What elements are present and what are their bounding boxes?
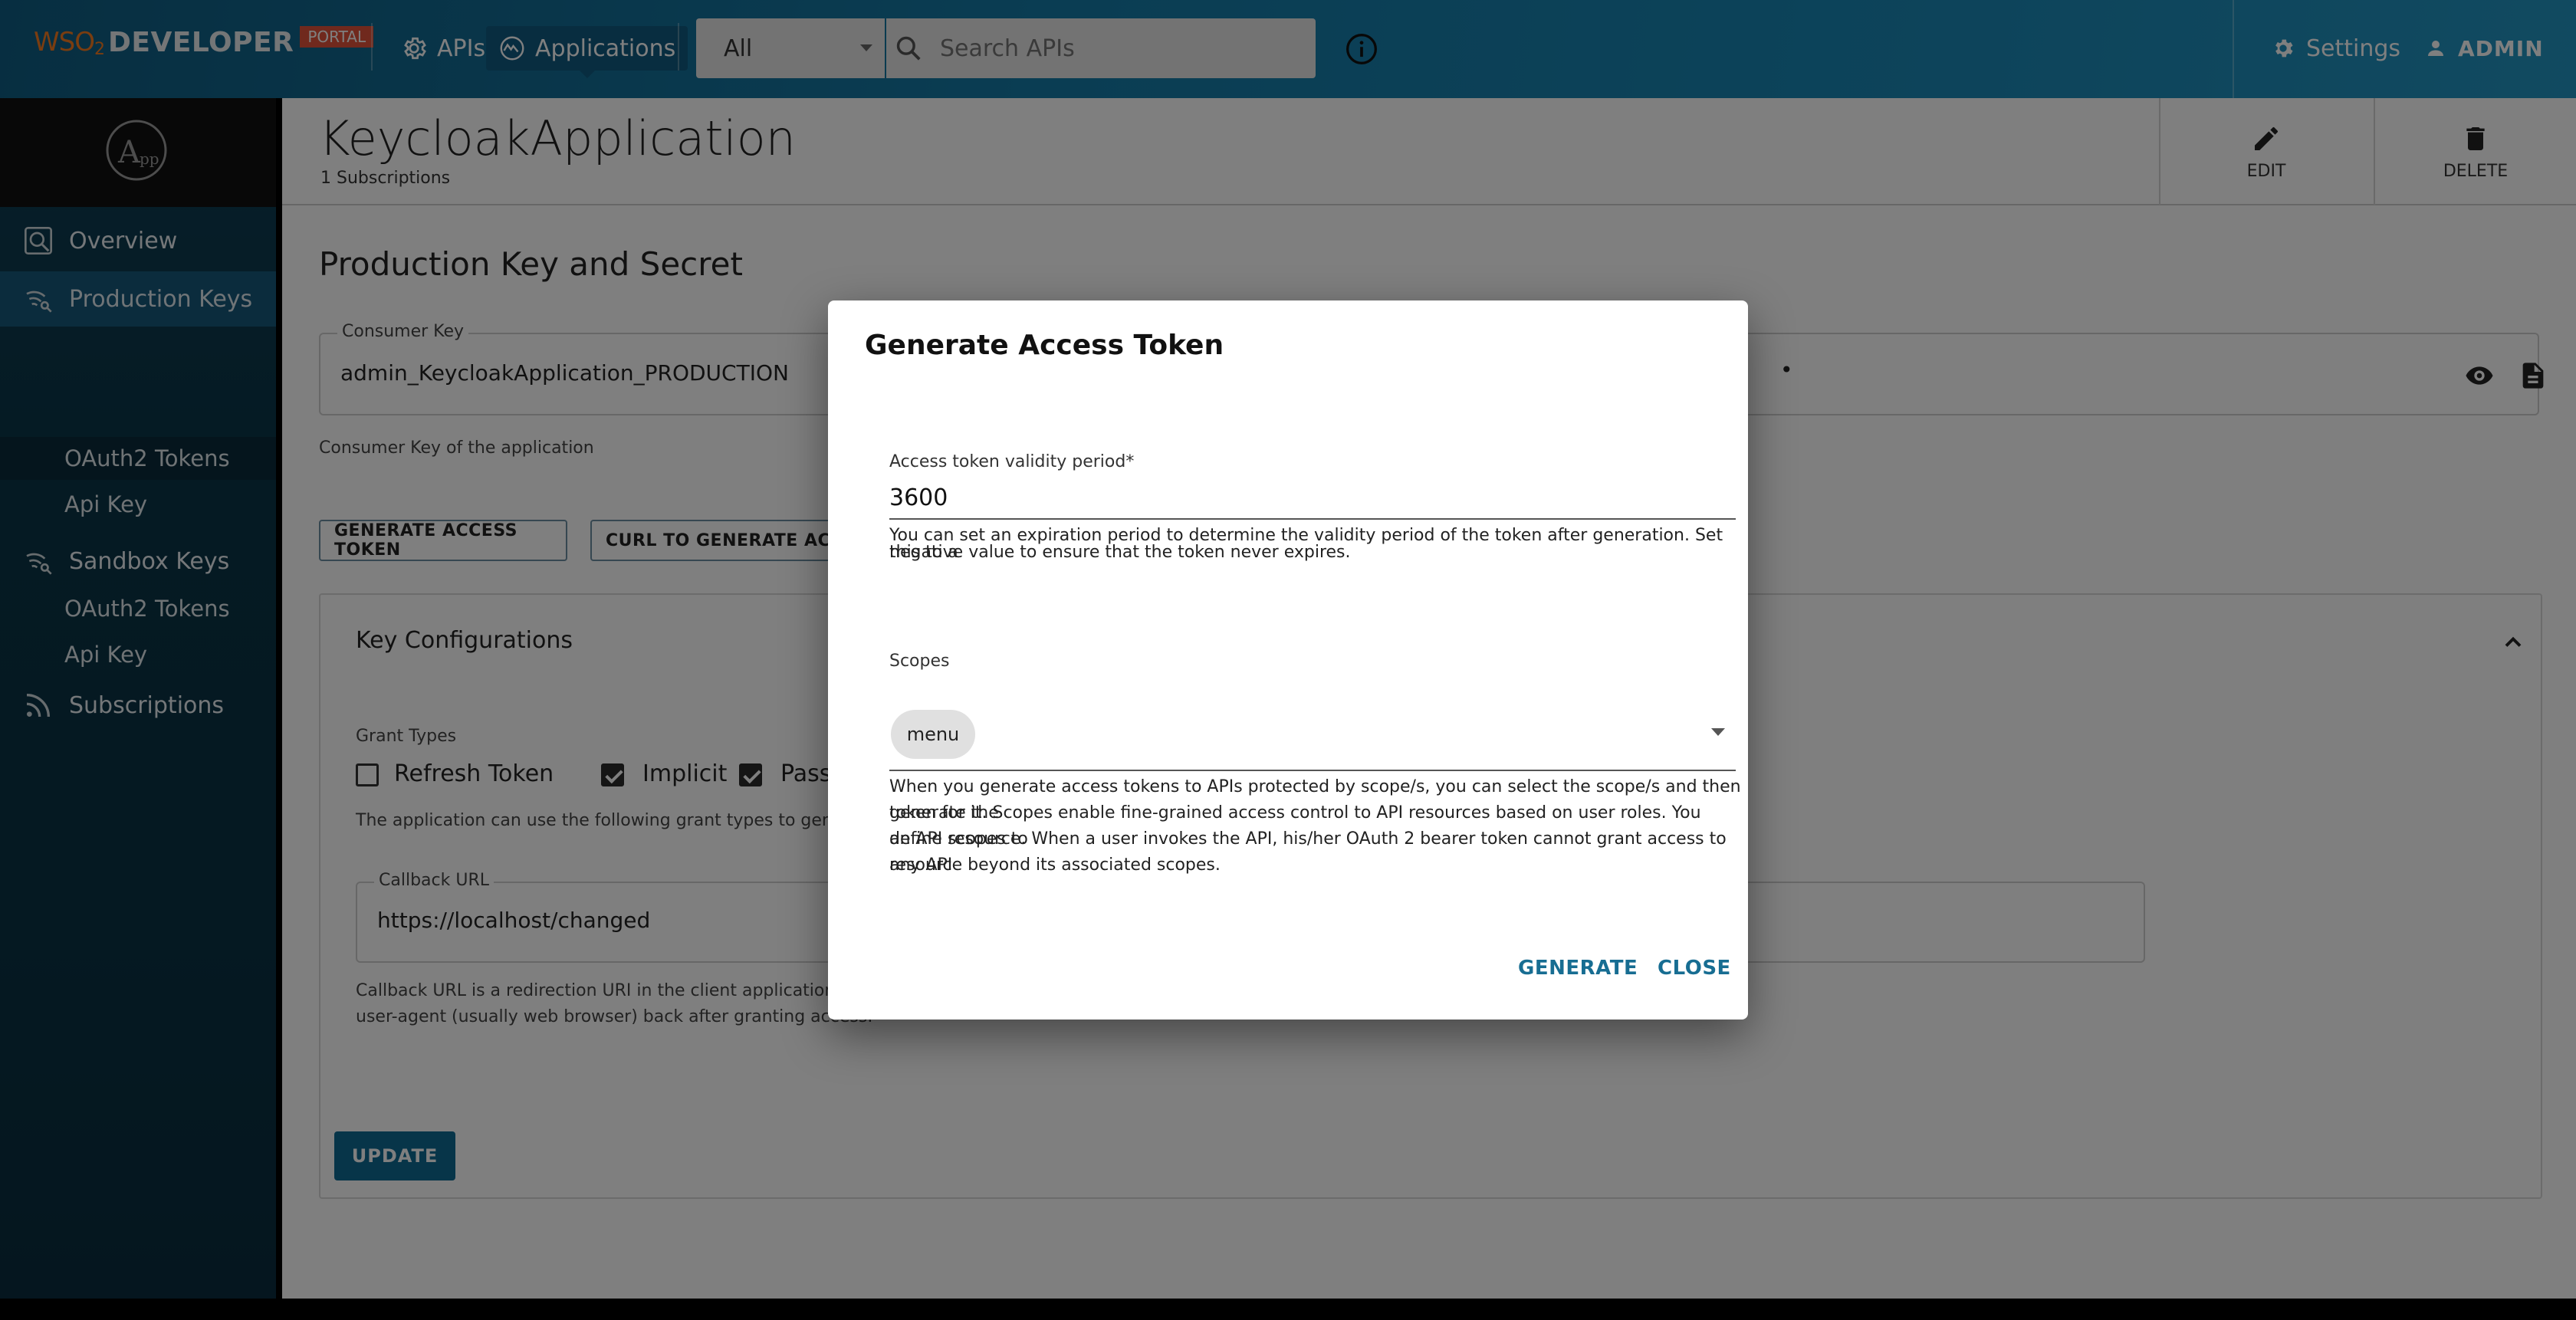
validity-period-help-line2: negative value to ensure that the token …: [889, 543, 1351, 562]
required-mark: *: [1125, 452, 1135, 471]
validity-period-underline: [889, 518, 1736, 520]
scopes-help-line4: resource beyond its associated scopes.: [889, 855, 1221, 875]
generate-access-token-dialog: Generate Access Token Access token valid…: [828, 300, 1748, 1020]
validity-period-label-text: Access token validity period: [889, 452, 1126, 471]
close-button[interactable]: CLOSE: [1658, 957, 1731, 980]
validity-period-label: Access token validity period*: [889, 452, 1134, 471]
generate-button[interactable]: GENERATE: [1518, 957, 1638, 980]
bottom-strip: [0, 1299, 2576, 1320]
dropdown-arrow-icon[interactable]: [1711, 728, 1725, 736]
scopes-label: Scopes: [889, 652, 950, 671]
scope-chip-label: menu: [906, 724, 960, 745]
scope-chip[interactable]: menu: [891, 710, 975, 759]
scopes-select-underline: [889, 770, 1736, 771]
validity-period-input[interactable]: 3600: [889, 484, 948, 511]
dialog-title: Generate Access Token: [865, 330, 1224, 361]
